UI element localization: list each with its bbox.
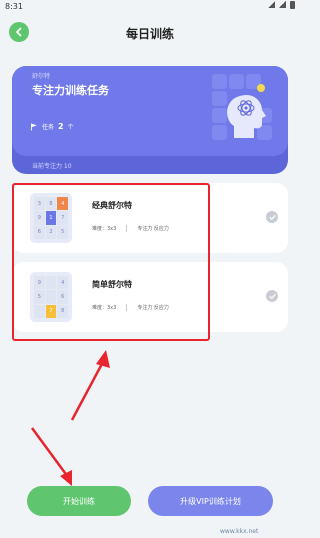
task-title: 专注力训练任务 <box>32 84 109 97</box>
current-focus-label: 当前专注力 10 <box>32 163 72 170</box>
check-icon[interactable] <box>266 290 278 302</box>
status-icons <box>268 1 295 9</box>
start-training-button[interactable]: 开始训练 <box>27 486 131 516</box>
task-badge: 舒尔特 <box>32 73 51 80</box>
checkmark-icon <box>268 293 276 299</box>
arrow-up-icon <box>70 359 106 421</box>
wifi-icon <box>268 1 275 8</box>
page-title: 每日训练 <box>125 27 174 41</box>
annotation-highlight-box <box>12 183 210 341</box>
brain-head-icon <box>212 74 272 140</box>
flag-icon <box>31 123 37 130</box>
task-count-unit: 个 <box>67 124 74 131</box>
watermark: www.kkx.net <box>220 528 259 535</box>
task-count-value: 2 <box>58 122 64 131</box>
battery-icon <box>290 1 295 9</box>
task-count: 任务 2 个 <box>30 122 74 131</box>
arrow-down-icon <box>30 427 70 478</box>
arrowhead-icon <box>96 350 110 368</box>
checkmark-icon <box>268 214 276 220</box>
status-bar: 8:31 <box>0 0 300 12</box>
upgrade-vip-button[interactable]: 升级VIP训练计划 <box>148 486 273 516</box>
check-icon[interactable] <box>266 211 278 223</box>
signal-icon <box>279 1 286 8</box>
arrowhead-icon <box>60 470 72 486</box>
status-time: 8:31 <box>5 2 23 11</box>
focus-task-card[interactable]: 舒尔特 专注力训练任务 任务 2 个 当前专注力 10 <box>12 66 288 174</box>
task-count-label: 任务 <box>42 124 55 131</box>
